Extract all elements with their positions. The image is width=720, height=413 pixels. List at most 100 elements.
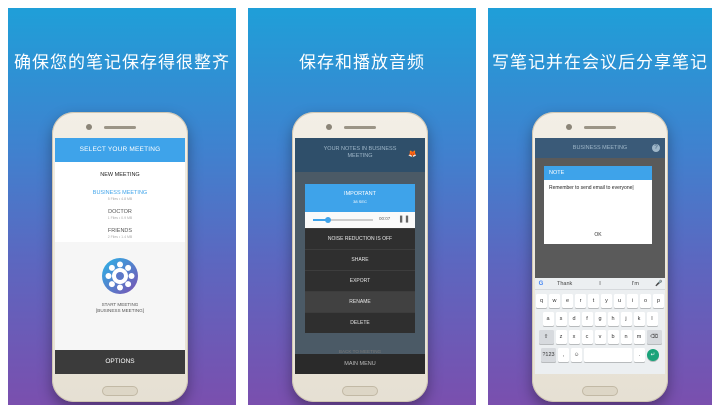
key[interactable]: u <box>614 294 625 308</box>
key-rows: q w e r t y u i o p a s d f g h j k l ⇧ z x c v b n m ⌫ ?123, ☺. ↵ <box>535 294 665 362</box>
ok-button[interactable]: OK <box>544 232 652 238</box>
key[interactable]: . <box>634 348 645 362</box>
promo-panel-notes: 写笔记并在会议后分享笔记 BUSINESS MEETING ? NOTE Rem… <box>488 8 712 405</box>
export-button[interactable]: EXPORT <box>305 270 415 291</box>
meeting-item[interactable]: DOCTOR 1 Files • 0.9 MB <box>55 209 185 220</box>
speaker <box>344 126 376 129</box>
suggestion[interactable]: Thank <box>547 281 582 287</box>
key[interactable]: ☺ <box>571 348 582 362</box>
key[interactable]: v <box>594 330 606 344</box>
key[interactable]: s <box>555 312 567 326</box>
key[interactable]: n <box>620 330 632 344</box>
key[interactable]: h <box>607 312 619 326</box>
promo-panel-organize: 确保您的笔记保存得很整齐 SELECT YOUR MEETING NEW MEE… <box>8 8 236 405</box>
note-duration: 38 SEC <box>353 199 367 204</box>
note-text-field[interactable]: Remember to send email to everyone| <box>544 180 652 197</box>
key[interactable]: p <box>653 294 664 308</box>
panel-caption: 写笔记并在会议后分享笔记 <box>492 53 708 73</box>
app-store-screenshots: 确保您的笔记保存得很整齐 SELECT YOUR MEETING NEW MEE… <box>0 0 720 413</box>
pause-icon[interactable]: ❚❚ <box>398 215 410 223</box>
key[interactable]: a <box>542 312 554 326</box>
key[interactable]: m <box>633 330 645 344</box>
main-menu-button[interactable]: MAIN MENU <box>295 354 425 374</box>
key[interactable]: g <box>594 312 606 326</box>
share-button[interactable]: SHARE <box>305 249 415 270</box>
key[interactable]: x <box>568 330 580 344</box>
key[interactable]: c <box>581 330 593 344</box>
screen-header: BUSINESS MEETING ? <box>535 138 665 158</box>
delete-button[interactable]: DELETE <box>305 312 415 333</box>
meeting-item[interactable]: BUSINESS MEETING 5 Files • 4.8 MB <box>55 190 185 201</box>
key[interactable]: f <box>581 312 593 326</box>
key[interactable]: t <box>588 294 599 308</box>
meeting-item[interactable]: FRIENDS 2 Files • 1.4 MB <box>55 228 185 239</box>
home-button <box>342 386 378 396</box>
new-meeting-button[interactable]: NEW MEETING <box>55 172 185 178</box>
phone-frame: SELECT YOUR MEETING NEW MEETING BUSINESS… <box>52 112 188 402</box>
help-icon[interactable]: ? <box>652 144 660 152</box>
key[interactable]: r <box>575 294 586 308</box>
phone-screen: YOUR NOTES IN BUSINESS MEETING 🦊 IMPORTA… <box>295 138 425 374</box>
note-dialog: NOTE Remember to send email to everyone|… <box>544 166 652 244</box>
note-context-menu: IMPORTANT 38 SEC 00:07 ❚❚ NOISE REDUCTIO… <box>305 184 415 333</box>
camera <box>326 124 332 130</box>
phone-frame: BUSINESS MEETING ? NOTE Remember to send… <box>532 112 668 402</box>
audio-player: 00:07 ❚❚ <box>305 212 415 228</box>
header-title: BUSINESS MEETING <box>572 145 628 151</box>
space-key[interactable] <box>584 348 632 362</box>
key[interactable]: ⇧ <box>538 330 554 344</box>
key[interactable]: z <box>555 330 567 344</box>
key[interactable]: i <box>627 294 638 308</box>
key-row: asdfghjkl <box>535 312 665 326</box>
suggestion[interactable]: I'm <box>618 281 653 287</box>
google-icon[interactable]: G <box>535 281 547 287</box>
rename-button[interactable]: RENAME <box>305 291 415 312</box>
key[interactable]: l <box>646 312 658 326</box>
suggestion-bar: G Thank I I'm 🎤 <box>535 278 665 290</box>
key[interactable]: , <box>558 348 569 362</box>
key[interactable]: e <box>562 294 573 308</box>
seek-handle[interactable] <box>325 217 331 223</box>
options-button[interactable]: OPTIONS <box>55 350 185 374</box>
soft-keyboard: G Thank I I'm 🎤 q w e r t y u i o p a s d f g h j k l ⇧ z x c v… <box>535 278 665 374</box>
suggestion[interactable]: I <box>582 281 617 287</box>
camera <box>86 124 92 130</box>
meeting-meta: 1 Files • 0.9 MB <box>107 216 133 220</box>
speaker <box>104 126 136 129</box>
key[interactable]: y <box>601 294 612 308</box>
meeting-name: BUSINESS MEETING <box>92 190 148 196</box>
promo-panel-audio: 保存和播放音频 YOUR NOTES IN BUSINESS MEETING 🦊… <box>248 8 476 405</box>
fox-icon: 🦊 <box>408 151 417 158</box>
phone-frame: YOUR NOTES IN BUSINESS MEETING 🦊 IMPORTA… <box>292 112 428 402</box>
start-meeting-label: START MEETING [BUSINESS MEETING] <box>55 302 185 314</box>
dialog-title: NOTE <box>544 166 652 180</box>
seek-bar[interactable] <box>313 217 373 223</box>
phone-screen: SELECT YOUR MEETING NEW MEETING BUSINESS… <box>55 138 185 374</box>
key[interactable]: o <box>640 294 651 308</box>
home-button <box>582 386 618 396</box>
home-button <box>102 386 138 396</box>
header-line: YOUR NOTES IN BUSINESS <box>323 146 397 152</box>
key[interactable]: ⌫ <box>646 330 662 344</box>
gear-icon[interactable] <box>101 257 139 295</box>
key[interactable]: b <box>607 330 619 344</box>
key[interactable]: j <box>620 312 632 326</box>
key-row: ?123, ☺. ↵ <box>535 348 665 362</box>
mic-icon[interactable]: 🎤 <box>653 280 665 287</box>
meeting-meta: 5 Files • 4.8 MB <box>107 197 133 201</box>
panel-caption: 确保您的笔记保存得很整齐 <box>14 53 230 73</box>
key[interactable]: q <box>536 294 547 308</box>
meeting-list: NEW MEETING BUSINESS MEETING 5 Files • 4… <box>55 162 185 239</box>
key[interactable]: ↵ <box>647 349 659 361</box>
key[interactable]: k <box>633 312 645 326</box>
meeting-meta: 2 Files • 1.4 MB <box>107 235 133 239</box>
note-title: IMPORTANT <box>344 191 376 197</box>
key[interactable]: w <box>549 294 560 308</box>
key[interactable]: ?123 <box>541 348 556 362</box>
note-header: IMPORTANT 38 SEC <box>305 184 415 212</box>
camera <box>566 124 572 130</box>
key[interactable]: d <box>568 312 580 326</box>
meeting-name: DOCTOR <box>108 209 132 215</box>
header-line: MEETING <box>347 153 373 159</box>
noise-reduction-toggle[interactable]: NOISE REDUCTION IS OFF <box>305 228 415 249</box>
